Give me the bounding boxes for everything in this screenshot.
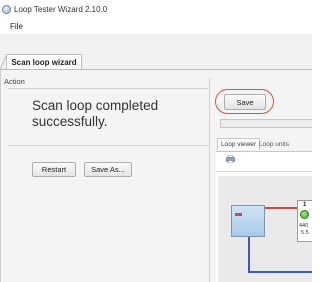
node-subvalue: 5.5 bbox=[301, 230, 309, 236]
tab-loop-units[interactable]: Loop units bbox=[256, 139, 292, 150]
scan-status-message: Scan loop completed successfully. bbox=[32, 98, 159, 129]
action-divider bbox=[8, 145, 210, 146]
main-tab-strip: Scan loop wizard bbox=[0, 50, 312, 70]
menu-bar: File bbox=[0, 18, 312, 34]
node-status-led-icon bbox=[300, 210, 309, 219]
loop-tester-window: Loop Tester Wizard 2.10.0 File Scan loop… bbox=[0, 0, 312, 282]
content-left-border bbox=[0, 70, 1, 282]
menu-file[interactable]: File bbox=[0, 22, 23, 31]
printer-icon[interactable] bbox=[226, 155, 235, 163]
node-code: 440 bbox=[299, 223, 309, 229]
title-bar: Loop Tester Wizard 2.10.0 bbox=[0, 0, 312, 18]
panel-splitter[interactable] bbox=[209, 78, 210, 282]
bus-wire bbox=[248, 271, 312, 273]
save-button-highlight bbox=[215, 89, 274, 114]
tab-loop-viewer[interactable]: Loop viewer bbox=[217, 138, 261, 150]
signal-wire bbox=[265, 207, 297, 209]
tab-scan-loop-wizard[interactable]: Scan loop wizard bbox=[6, 54, 82, 70]
bus-wire-vertical bbox=[248, 237, 250, 273]
app-logo-icon bbox=[2, 4, 11, 14]
save-as-button[interactable]: Save As... bbox=[84, 162, 132, 177]
window-title: Loop Tester Wizard 2.10.0 bbox=[14, 4, 108, 14]
device-indicator bbox=[235, 213, 242, 216]
node-number: 1 bbox=[303, 202, 307, 208]
controller-device[interactable] bbox=[231, 205, 265, 237]
viewer-toolbar-divider bbox=[216, 171, 312, 172]
scan-progress-bar bbox=[220, 119, 312, 128]
restart-button[interactable]: Restart bbox=[32, 162, 76, 177]
action-group-label: Action bbox=[4, 77, 25, 86]
